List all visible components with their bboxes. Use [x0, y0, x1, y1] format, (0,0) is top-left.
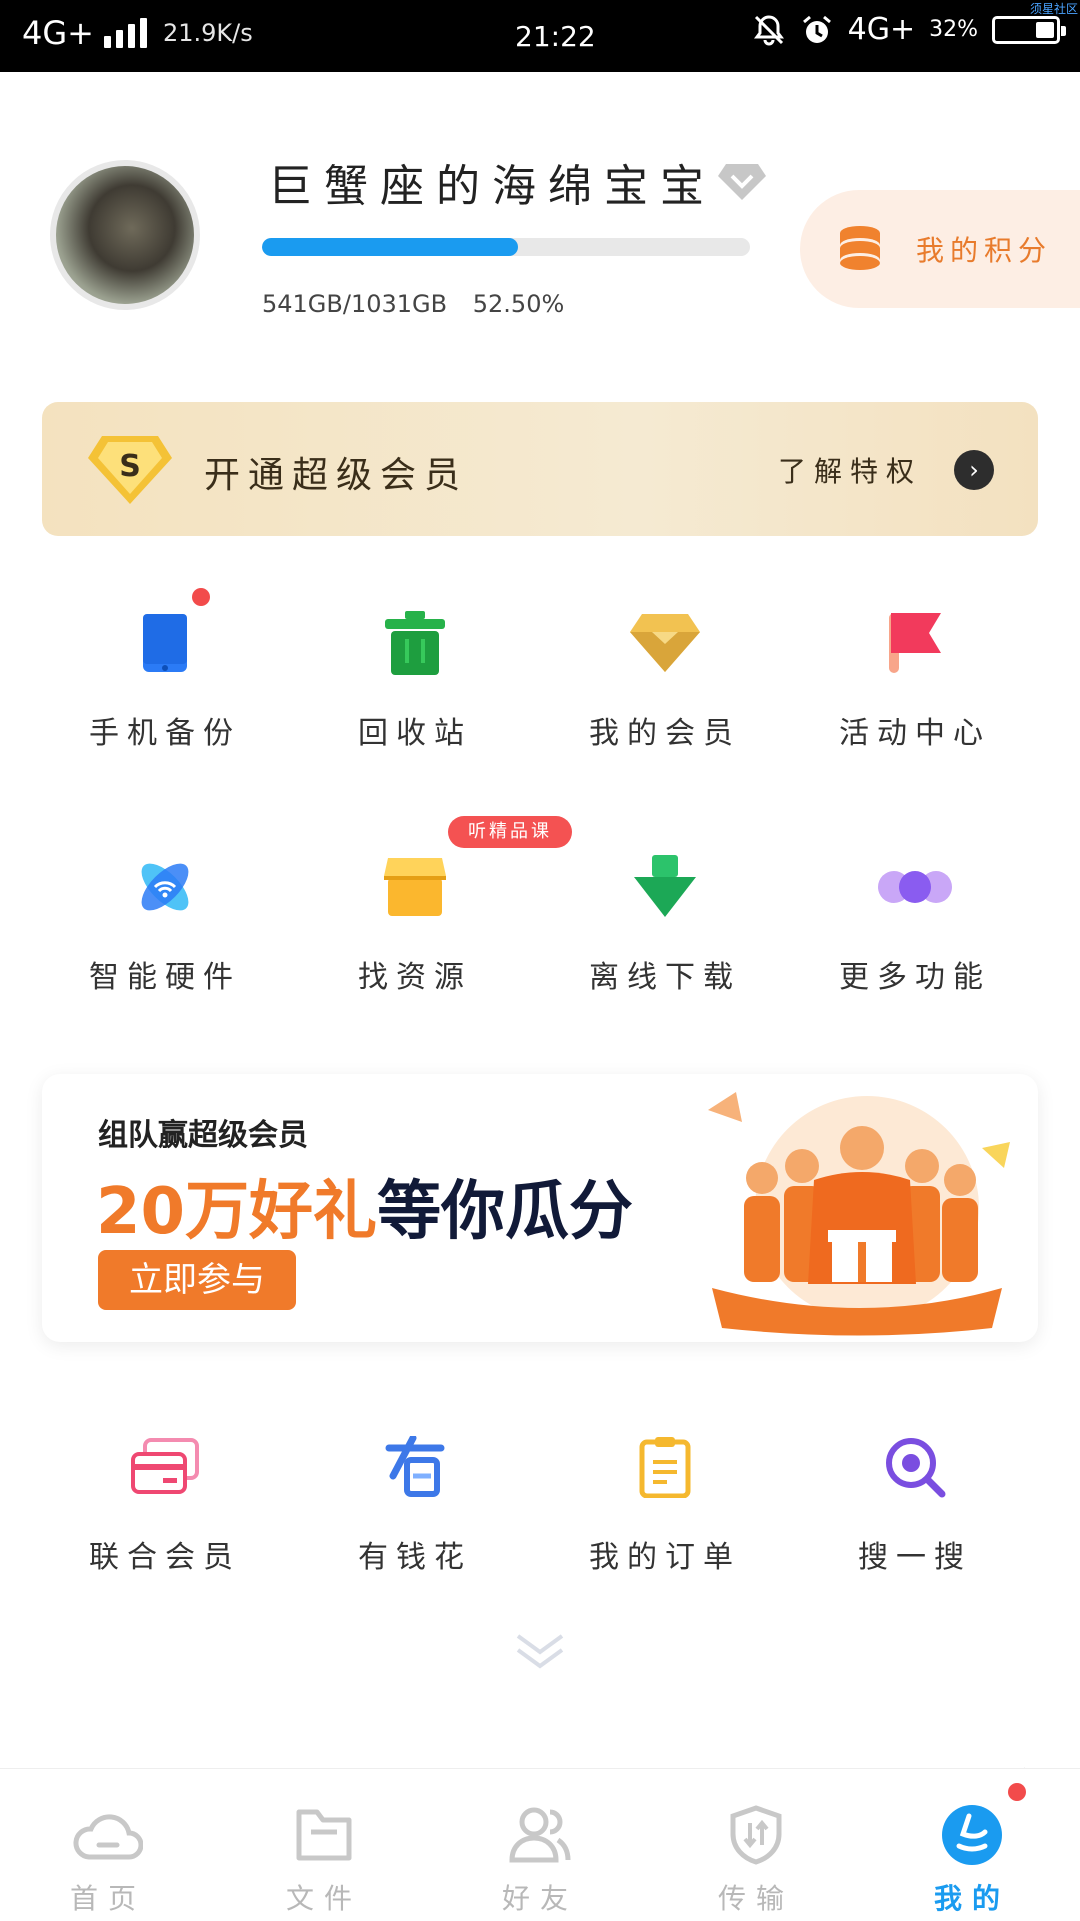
flag-icon — [889, 613, 941, 673]
network-speed: 21.9K/s — [162, 19, 253, 47]
more-features-item[interactable]: 更多功能 — [790, 852, 1040, 996]
shop-icon — [384, 858, 446, 916]
feature-grid-row-2: 智能硬件 听精品课 找资源 离线下载 更多功能 — [40, 816, 1080, 996]
tab-transfer-label: 传输 — [717, 1882, 794, 1915]
network-type: 4G+ — [22, 14, 94, 52]
money-spend-label: 有钱花 — [358, 1540, 472, 1575]
storage-info: 541GB/1031GB 52.50% — [262, 290, 564, 318]
my-membership-label: 我的会员 — [589, 716, 741, 751]
joint-membership-item[interactable]: 联合会员 — [40, 1432, 290, 1576]
recycle-bin-label: 回收站 — [358, 716, 472, 751]
tab-friends[interactable]: 好友 — [432, 1769, 648, 1921]
tab-home[interactable]: 首页 — [0, 1769, 216, 1921]
promo-headline: 20万好礼等你瓜分 — [96, 1160, 633, 1252]
search-label: 搜一搜 — [858, 1540, 972, 1575]
activity-center-item[interactable]: 活动中心 — [790, 608, 1040, 752]
alarm-icon — [802, 15, 831, 43]
status-bar: 4G+ 21.9K/s 21:22 4G+ 32% — [0, 0, 1080, 72]
search-icon — [886, 1438, 946, 1498]
tab-mine-label: 我的 — [933, 1882, 1010, 1915]
money-spend-item[interactable]: 有钱花 — [290, 1432, 540, 1576]
folder-icon — [296, 1809, 352, 1861]
storage-progress-fill — [262, 238, 519, 256]
phone-backup-item[interactable]: 手机备份 — [40, 588, 290, 752]
recycle-bin-item[interactable]: 回收站 — [290, 608, 540, 752]
download-arrow-icon — [634, 855, 696, 917]
feature-grid-row-1: 手机备份 回收站 我的会员 活动中心 — [40, 588, 1080, 752]
notification-dot — [1008, 1783, 1026, 1801]
tab-transfer[interactable]: 传输 — [648, 1769, 864, 1921]
promo-subtitle: 组队赢超级会员 — [98, 1118, 308, 1153]
my-membership-item[interactable]: 我的会员 — [540, 608, 790, 752]
notification-dot — [192, 588, 210, 606]
learn-privileges-link[interactable]: 了解特权 — [778, 450, 922, 490]
diamond-badge-icon[interactable] — [718, 160, 766, 202]
find-resources-item[interactable]: 听精品课 找资源 — [290, 816, 572, 996]
smart-hardware-item[interactable]: 智能硬件 — [40, 852, 290, 996]
smart-hardware-label: 智能硬件 — [89, 960, 241, 995]
phone-backup-label: 手机备份 — [89, 716, 241, 751]
network-type-right: 4G+ — [847, 12, 916, 47]
promo-banner[interactable]: 组队赢超级会员 20万好礼等你瓜分 立即参与 — [42, 1074, 1038, 1342]
storage-percent: 52.50% — [472, 290, 565, 318]
offline-download-label: 离线下载 — [589, 960, 741, 995]
points-button[interactable]: 我的积分 — [800, 190, 1080, 308]
battery-percent: 32% — [929, 17, 978, 42]
you-char-icon — [385, 1436, 445, 1497]
chevron-right-icon[interactable]: › — [954, 450, 994, 490]
cards-icon — [131, 1438, 199, 1494]
join-now-button[interactable]: 立即参与 — [98, 1250, 296, 1310]
offline-download-item[interactable]: 离线下载 — [540, 852, 790, 996]
tab-mine[interactable]: 我的 — [864, 1769, 1080, 1921]
points-label: 我的积分 — [916, 234, 1053, 267]
clock: 21:22 — [515, 20, 596, 53]
more-dots-icon — [878, 871, 952, 903]
cloud-icon — [73, 1814, 143, 1860]
battery-icon — [992, 15, 1066, 44]
super-member-title: 开通超级会员 — [204, 455, 469, 496]
feature-grid-row-3: 联合会员 有钱花 我的订单 搜一搜 — [40, 1432, 1080, 1576]
watermark: 须星社区 — [1029, 2, 1078, 16]
team-illustration-icon — [708, 1092, 1010, 1336]
activity-center-label: 活动中心 — [839, 716, 991, 751]
promo-headline-dark: 等你瓜分 — [377, 1175, 634, 1249]
avatar[interactable] — [50, 160, 200, 310]
profile-face-icon — [942, 1805, 1002, 1865]
tab-files[interactable]: 文件 — [216, 1769, 432, 1921]
super-member-banner[interactable]: S 开通超级会员 了解特权 › — [42, 402, 1038, 536]
gold-diamond-icon — [630, 614, 700, 672]
mute-bell-icon — [753, 14, 784, 45]
phone-backup-icon — [143, 614, 187, 672]
friends-icon — [509, 1807, 571, 1863]
bottom-navigation: 首页 文件 好友 传输 我的 — [0, 1768, 1080, 1921]
super-s-badge-icon: S — [88, 436, 172, 504]
storage-text: 541GB/1031GB — [262, 290, 448, 318]
coin-stack-icon — [840, 226, 880, 270]
clipboard-icon — [639, 1437, 691, 1498]
trash-bin-icon — [385, 611, 445, 675]
status-right: 4G+ 32% — [752, 12, 1066, 47]
status-left: 4G+ 21.9K/s — [22, 14, 253, 52]
more-features-label: 更多功能 — [839, 960, 991, 995]
shield-transfer-icon — [730, 1805, 782, 1865]
find-resources-label: 找资源 — [358, 960, 472, 995]
tab-home-label: 首页 — [69, 1882, 146, 1915]
joint-membership-label: 联合会员 — [89, 1540, 241, 1575]
expand-chevron-icon[interactable] — [514, 1632, 566, 1672]
smart-hardware-icon — [141, 863, 189, 911]
my-orders-item[interactable]: 我的订单 — [540, 1432, 790, 1576]
tab-files-label: 文件 — [285, 1882, 362, 1915]
my-orders-label: 我的订单 — [589, 1540, 741, 1575]
username[interactable]: 巨蟹座的海绵宝宝 — [268, 150, 716, 214]
storage-progress — [262, 238, 750, 256]
tag-badge: 听精品课 — [448, 816, 572, 848]
tab-friends-label: 好友 — [501, 1882, 578, 1915]
signal-icon — [103, 18, 147, 48]
search-item[interactable]: 搜一搜 — [790, 1432, 1040, 1576]
promo-headline-orange: 20万好礼 — [96, 1175, 378, 1249]
svg-text:S: S — [119, 449, 141, 484]
